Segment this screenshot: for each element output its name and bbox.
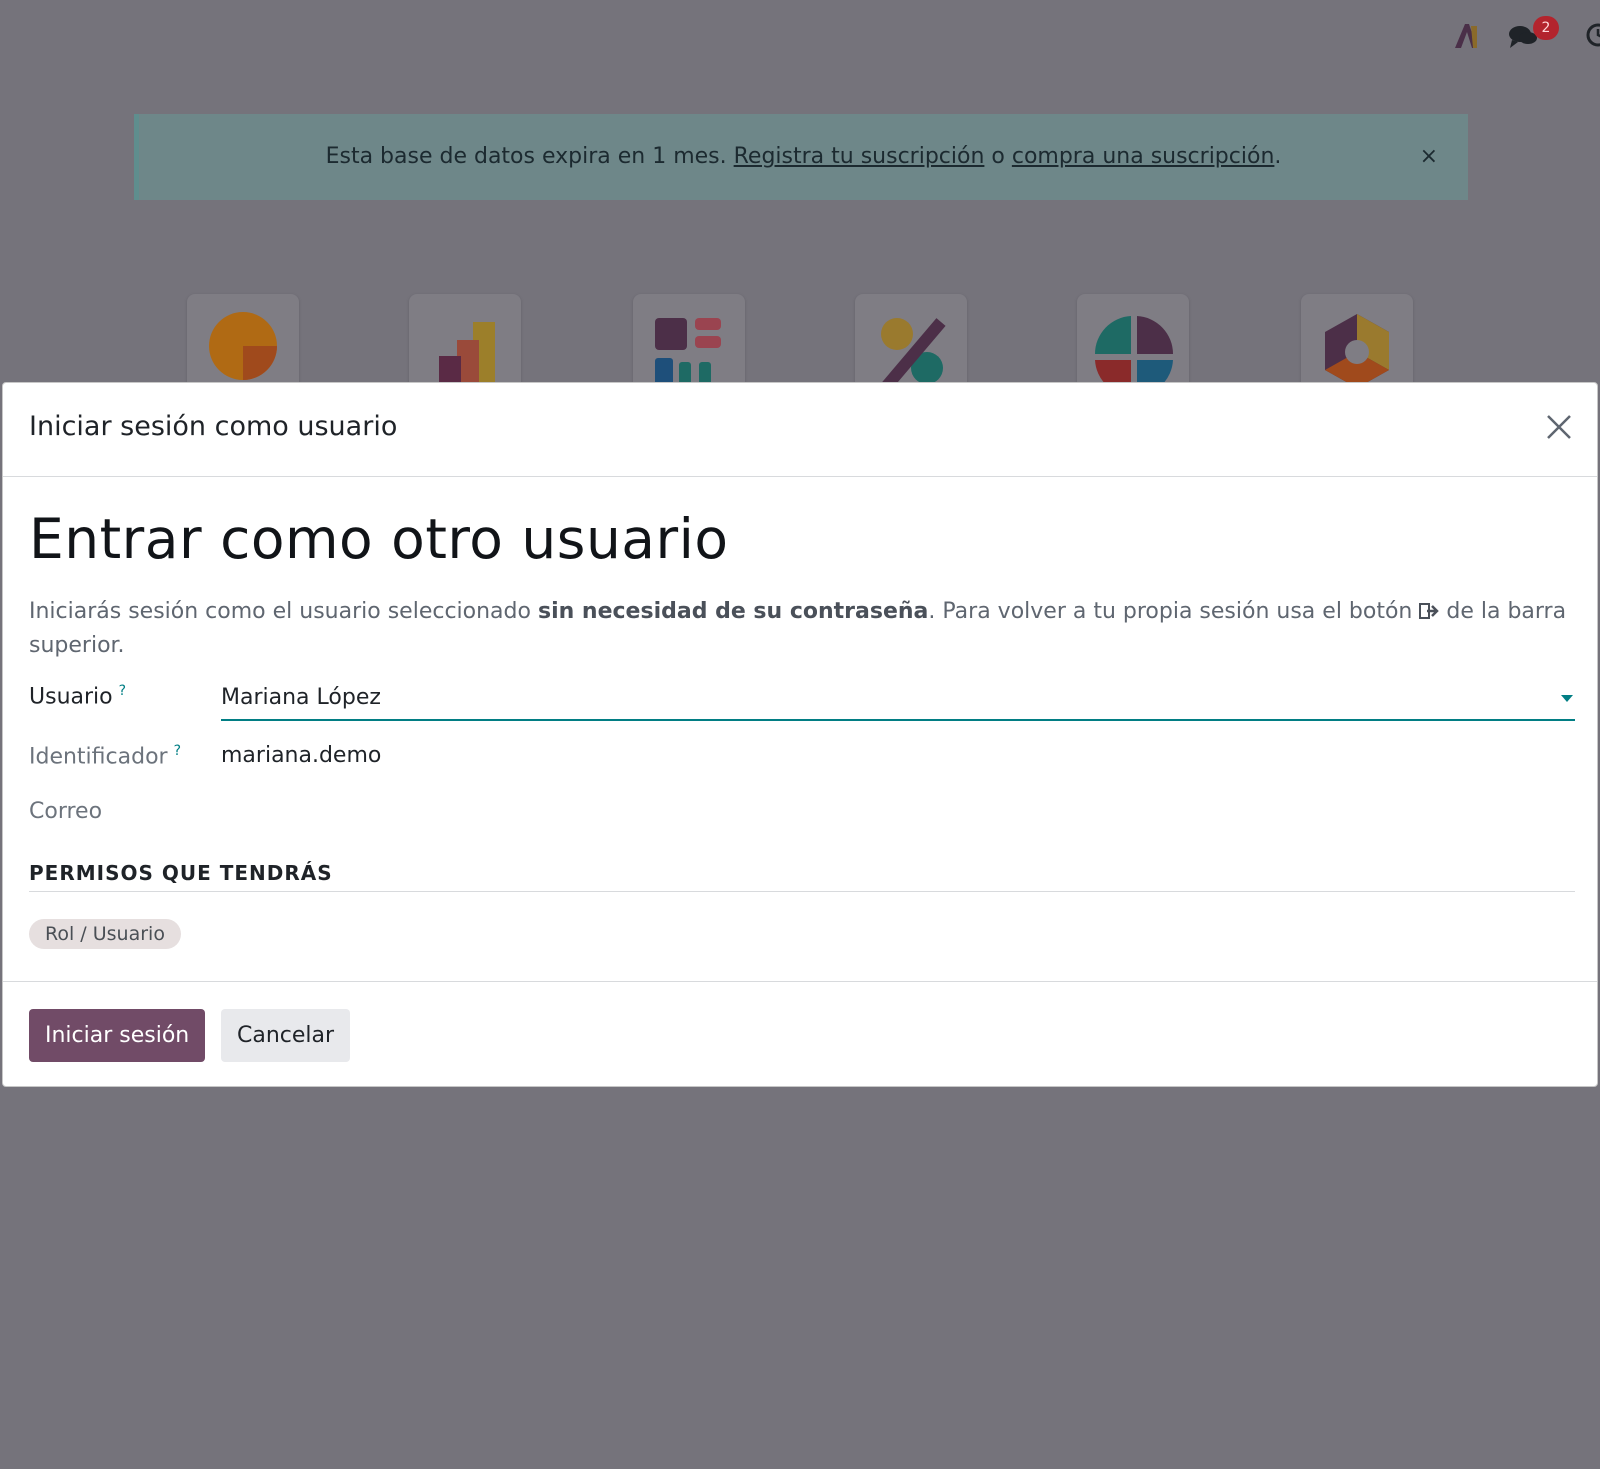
register-subscription-link[interactable]: Registra tu suscripción (734, 144, 985, 169)
dialog-title: Iniciar sesión como usuario (29, 411, 398, 442)
login-label-text: Identificador (29, 744, 168, 770)
login-field-label: Identificador? (29, 743, 181, 769)
intro-text-middle: . Para volver a tu propia sesión usa el … (928, 599, 1420, 624)
dialog-body: Entrar como otro usuario Iniciarás sesió… (3, 477, 1597, 982)
user-select-input[interactable]: Mariana López (221, 679, 1575, 721)
close-icon[interactable] (1543, 411, 1575, 443)
user-label-text: Usuario (29, 684, 113, 710)
impersonate-user-dialog: Iniciar sesión como usuario Entrar como … (2, 382, 1598, 1087)
dialog-header: Iniciar sesión como usuario (3, 383, 1597, 477)
login-help-icon[interactable]: ? (174, 743, 181, 759)
intro-text: Iniciarás sesión como el usuario selecci… (29, 595, 1579, 663)
ai-icon[interactable] (1453, 22, 1483, 50)
chat-notification-badge: 2 (1533, 16, 1559, 40)
banner-text-or: o (984, 144, 1012, 169)
dialog-footer: Iniciar sesión Cancelar (3, 981, 1597, 1087)
close-banner-icon[interactable]: × (1420, 114, 1438, 200)
chevron-down-icon[interactable] (1561, 695, 1573, 702)
intro-text-bold: sin necesidad de su contraseña (537, 599, 929, 624)
clock-icon[interactable] (1585, 22, 1600, 48)
user-select-value: Mariana López (221, 685, 381, 710)
login-button[interactable]: Iniciar sesión (29, 1009, 206, 1062)
user-field-label: Usuario? (29, 683, 126, 709)
banner-text-end: . (1274, 144, 1282, 169)
sign-out-icon (1419, 603, 1440, 619)
cancel-button[interactable]: Cancelar (221, 1009, 351, 1062)
login-value: mariana.demo (221, 743, 382, 768)
banner-text: Esta base de datos expira en 1 mes. (325, 144, 734, 169)
expiration-banner: Esta base de datos expira en 1 mes. Regi… (134, 114, 1468, 200)
email-field-label: Correo (29, 799, 103, 824)
user-help-icon[interactable]: ? (119, 683, 126, 699)
permissions-section-title: PERMISOS QUE TENDRÁS (29, 861, 1575, 892)
intro-text-start: Iniciarás sesión como el usuario selecci… (29, 599, 538, 624)
buy-subscription-link[interactable]: compra una suscripción (1012, 144, 1275, 169)
role-tag: Rol / Usuario (29, 919, 181, 949)
page-heading: Entrar como otro usuario (29, 507, 729, 571)
